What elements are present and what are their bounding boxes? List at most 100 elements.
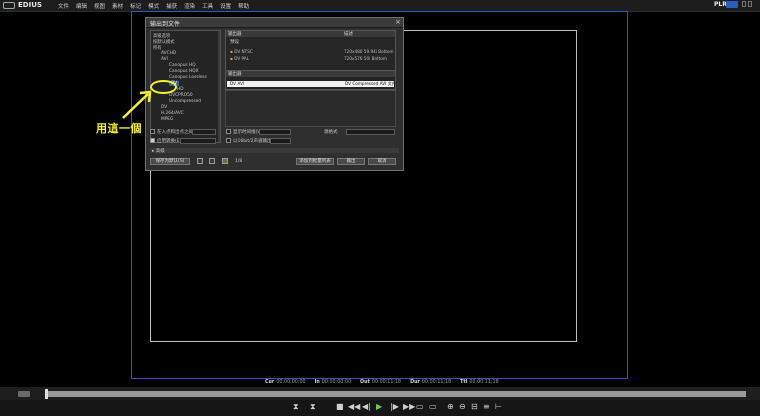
rewind-icon[interactable]: ◀◀ [348,402,360,412]
enable-convert-checkbox[interactable] [150,138,155,143]
close-icon[interactable]: × [395,18,401,26]
audio-field[interactable] [270,138,291,144]
preset-group-label: 预设 [230,40,239,45]
table-row[interactable]: DV AVI DV Compressed AVI 文件 [227,81,397,87]
page-indicator: 1/8 [235,159,243,164]
exporter-group-label: 输出器 [228,72,242,77]
stop-icon[interactable]: ■ [336,402,344,412]
source-format-label: 源格式 [324,130,338,135]
preset-desc: 720x480 59.94i Bottom [344,49,394,54]
loop-icon[interactable]: ▭ [416,402,424,412]
exporter-name: DV AVI [230,81,245,86]
mode-label: PLR [714,1,727,8]
trim-icon[interactable]: ⊢ [495,402,502,412]
tree-item[interactable]: AVI [161,57,168,62]
list-item[interactable]: ▪ DV NTSC [230,49,253,54]
col-header-name[interactable]: 输出器 [228,31,242,37]
minimize-icon[interactable] [742,1,746,7]
tree-item[interactable]: Canopus Lossless [169,75,207,80]
image-icon[interactable] [222,158,228,164]
tree-item[interactable]: DVCPRO50 [169,93,193,98]
menu-item-mode[interactable]: 模式 [148,2,159,10]
play-around-icon[interactable]: ▭ [429,402,437,412]
insert-icon[interactable]: ⊕ [447,402,454,412]
timecode-bar: Cur 00:00:00;00 In 00:00:00;00 Out 00:00:11… [265,380,499,385]
advanced-label: ▸ 高级 [152,149,165,154]
expand-triangle-icon: ▸ [152,149,155,154]
batch-icon[interactable] [197,158,203,164]
col-header-desc[interactable]: 描述 [344,31,353,37]
in-out-field[interactable] [192,129,216,135]
menu-item-help[interactable]: 帮助 [238,2,249,10]
advanced-section-header[interactable]: ▸ 高级 [150,148,399,154]
menu-item-file[interactable]: 文件 [58,2,69,10]
tree-item[interactable]: HD [177,87,184,92]
split-icon[interactable]: ⊟ [471,402,478,412]
delete-icon[interactable] [209,158,215,164]
timecode-ttl: Ttl 00:00:11;18 [460,380,499,385]
preset-icon: ▪ [230,49,233,54]
tree-scrollbar[interactable] [218,31,220,142]
tree-item[interactable]: Uncompressed [169,99,201,104]
exporter-list: 输出器 DV AVI DV Compressed AVI 文件 [225,70,396,90]
timecode-out: Out 00:00:11;18 [360,380,402,385]
menu-item-edit[interactable]: 编辑 [76,2,87,10]
menu-item-render[interactable]: 渲染 [184,2,195,10]
highlight-ellipse [150,80,177,94]
tree-item[interactable]: DV [161,105,167,110]
timeline-field[interactable] [259,129,291,135]
play-icon[interactable]: ▶ [376,402,382,412]
output-button[interactable]: 输出 [337,158,365,165]
menu-item-clip[interactable]: 素材 [112,2,123,10]
tree-item[interactable]: Canopus HQX [169,69,199,74]
exporter-detail-area [225,90,396,127]
maximize-icon[interactable] [748,1,752,7]
edius-logo-icon [3,2,15,9]
set-out-icon[interactable]: ⧗ [310,402,316,412]
menu-item-tools[interactable]: 工具 [202,2,213,10]
cancel-button[interactable]: 取消 [368,158,396,165]
tree-item[interactable]: MPEG [161,117,173,122]
enable-convert-label: 启用转换(E) [157,139,182,144]
add-to-batch-button[interactable]: 添加到批量列表 [296,158,334,165]
convert-field[interactable] [180,138,216,144]
source-format-field[interactable] [346,129,395,135]
preset-desc: 720x576 50i Bottom [344,56,387,61]
rec-mode-button[interactable] [726,1,738,8]
fast-forward-icon[interactable]: ▶▶ [403,402,415,412]
menu-item-capture[interactable]: 捕获 [166,2,177,10]
main-menu: 文件 编辑 视图 素材 标记 模式 捕获 渲染 工具 设置 帮助 [58,2,249,10]
dialog-titlebar[interactable]: 输出到文件 × [146,18,403,28]
timecode-cur: Cur 00:00:00;00 [265,380,306,385]
menu-item-marker[interactable]: 标记 [130,2,141,10]
exporter-list-header: 输出器 [226,71,395,77]
tree-item[interactable]: Canopus HQ [169,63,196,68]
step-forward-icon[interactable]: |▶ [390,402,399,412]
tree-item[interactable]: H.264/AVC [161,111,184,116]
position-slider[interactable] [46,391,746,397]
timecode-dur: Dur 00:00:11;18 [410,380,452,385]
shuttle-control[interactable] [18,391,30,397]
app-name: EDIUS [18,1,42,9]
playhead-handle[interactable] [45,389,48,399]
step-back-icon[interactable]: ◀| [362,402,371,412]
preset-list-header: 输出器 描述 [226,31,395,37]
show-timeline-checkbox[interactable] [226,129,231,134]
menu-item-view[interactable]: 视图 [94,2,105,10]
timecode-in: In 00:00:00;00 [314,380,352,385]
set-in-icon[interactable]: ⧗ [293,402,299,412]
save-default-button[interactable]: 保存为默认(S) [150,158,190,165]
in-out-checkbox[interactable] [150,129,155,134]
menu-item-settings[interactable]: 设置 [220,2,231,10]
preset-icon: ▪ [230,56,233,61]
exporter-desc: DV Compressed AVI 文件 [345,81,397,86]
audio-16bit-checkbox[interactable] [226,138,231,143]
overwrite-icon[interactable]: ⊖ [459,402,466,412]
dialog-title: 输出到文件 [150,21,181,28]
export-dialog: 输出到文件 × 高级选项 按默认模式 所有 AVCHD AVI Canopus … [145,17,404,171]
list-item[interactable]: ▪ DV PAL [230,56,249,61]
show-timeline-label: 显示时间线(V) [233,130,263,135]
annotation-text: 用這一個 [96,122,142,135]
tree-item[interactable]: AVCHD [161,51,176,56]
menu-icon[interactable]: ≡ [483,402,490,412]
